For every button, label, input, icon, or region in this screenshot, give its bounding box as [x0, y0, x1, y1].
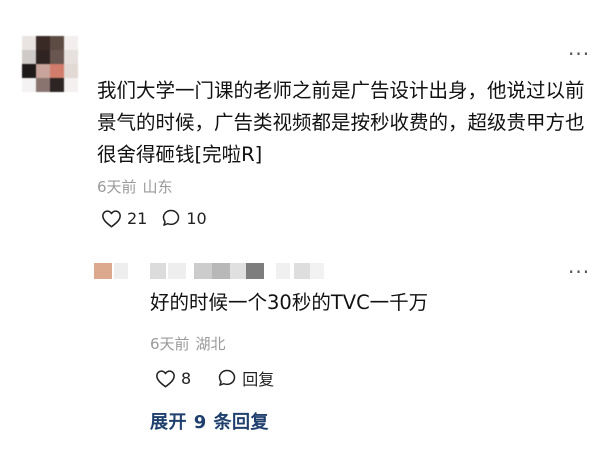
reply-meta: 6天前 湖北 [150, 333, 226, 354]
avatar[interactable] [22, 36, 78, 92]
comment-bubble-icon [218, 369, 236, 386]
like-button[interactable]: 21 [101, 209, 147, 228]
comment-time: 6天前 [97, 178, 137, 196]
comment-text: 我们大学一门课的老师之前是广告设计出身，他说过以前景气的时候，广告类视频都是按秒… [97, 79, 585, 166]
reply-count-button[interactable]: 10 [161, 208, 207, 228]
reply-text: 好的时候一个30秒的TVC一千万 [150, 291, 429, 314]
reply-button[interactable]: 回复 [217, 366, 274, 390]
reply-time: 6天前 [150, 335, 190, 353]
reply-location: 湖北 [195, 335, 226, 353]
comment-bubble-icon [163, 209, 180, 226]
reply-button-label: 回复 [242, 370, 275, 389]
like-count: 21 [127, 208, 148, 228]
reply-actions: 8 回复 [155, 366, 274, 390]
comment-actions: 21 10 [101, 208, 207, 228]
reply-count: 10 [186, 208, 207, 228]
reply-like-count: 8 [181, 368, 192, 388]
heart-icon [156, 369, 175, 387]
reply-like-button[interactable]: 8 [155, 369, 191, 388]
more-options-icon[interactable]: ··· [568, 44, 590, 64]
reply-more-options-icon[interactable]: ··· [568, 262, 590, 282]
reply-username-blurred[interactable] [94, 262, 324, 280]
comment-meta: 6天前 山东 [97, 176, 173, 197]
comment-location: 山东 [142, 178, 173, 196]
heart-icon [102, 209, 121, 227]
expand-replies-link[interactable]: 展开 9 条回复 [150, 408, 269, 434]
reply-avatar[interactable] [94, 263, 112, 279]
